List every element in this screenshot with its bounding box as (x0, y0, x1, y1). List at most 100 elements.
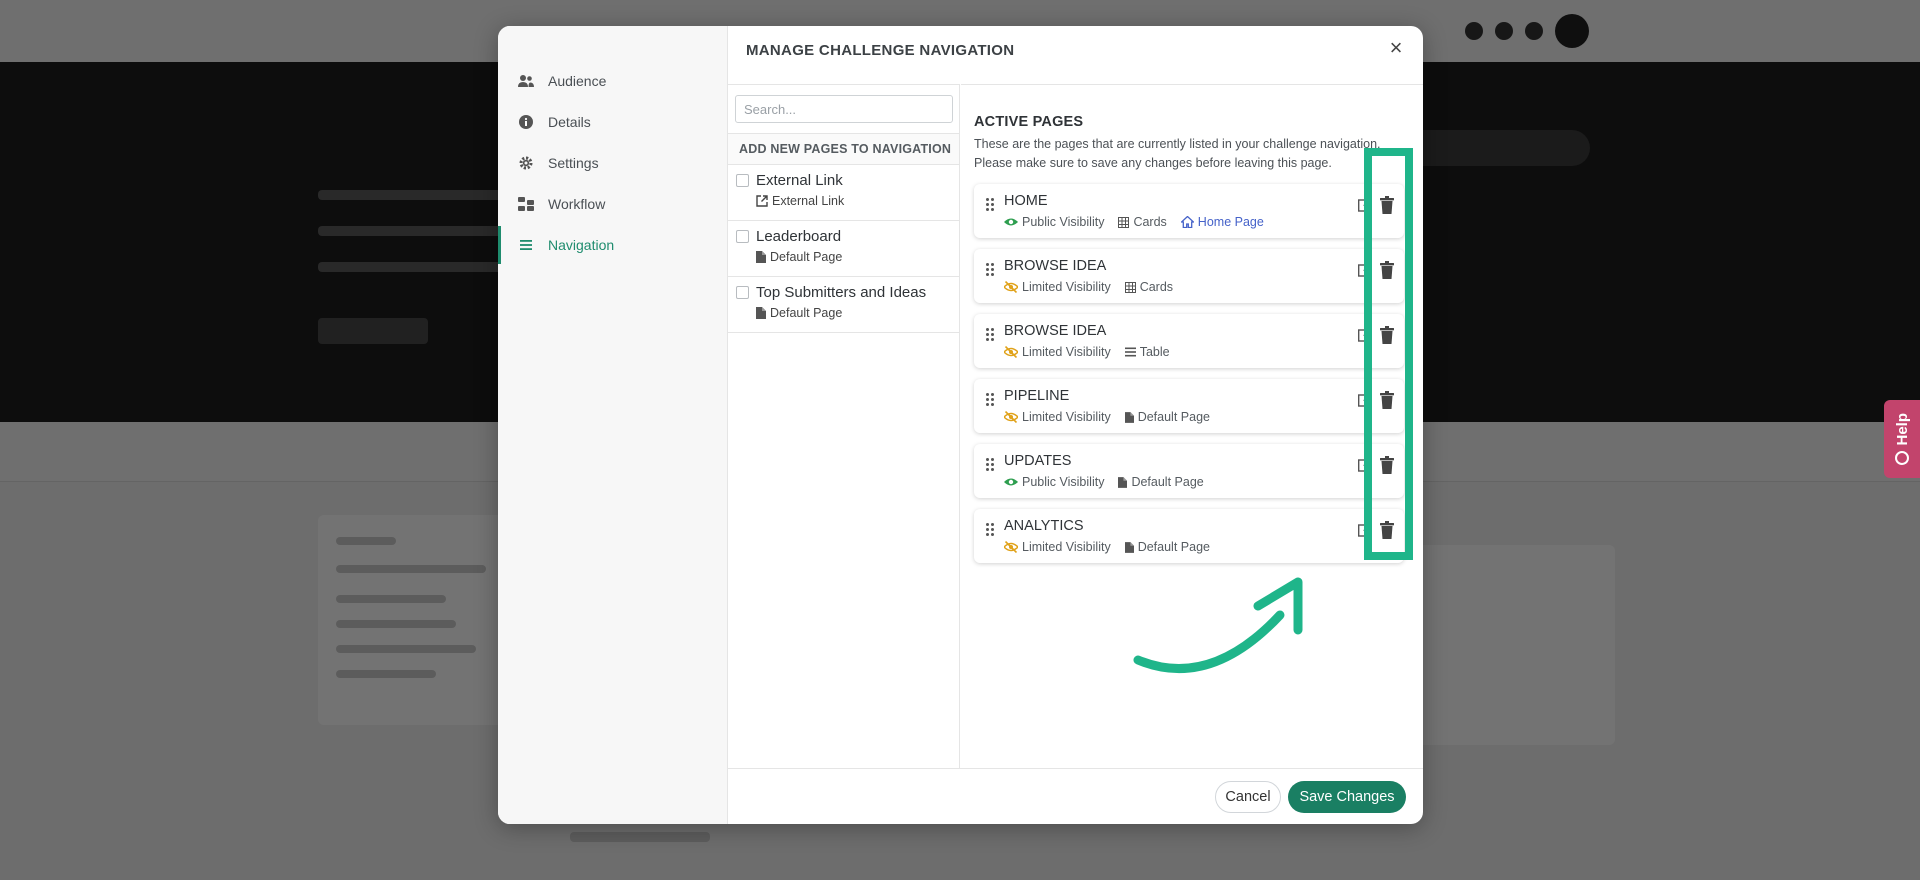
add-page-item-external-link[interactable]: External Link External Link (728, 165, 959, 221)
search-wrapper (735, 95, 953, 123)
save-changes-button[interactable]: Save Changes (1288, 781, 1406, 813)
add-page-subtitle-text: External Link (772, 194, 845, 208)
eye-icon (1004, 218, 1018, 226)
page-title: HOME (1004, 193, 1048, 209)
edit-icon[interactable] (1358, 523, 1372, 537)
add-page-title: Leaderboard (756, 228, 842, 245)
modal-header: MANAGE CHALLENGE NAVIGATION × (728, 26, 1423, 74)
page-title: BROWSE IDEA (1004, 323, 1107, 339)
edit-icon[interactable] (1358, 198, 1372, 212)
page-meta: Limited Visibility Default Page (1004, 540, 1210, 554)
gear-icon (516, 156, 536, 170)
page-title: BROWSE IDEA (1004, 258, 1107, 274)
drag-handle-icon[interactable] (986, 523, 995, 537)
modal-sidebar: Audience Details Settings Workflow Navig… (498, 26, 728, 824)
sidebar-item-label: Audience (548, 73, 607, 89)
lifebuoy-icon (1895, 451, 1909, 466)
help-tab[interactable]: Help (1884, 400, 1920, 478)
modal-footer: Cancel Save Changes (728, 768, 1423, 824)
edit-icon[interactable] (1358, 263, 1372, 277)
modal-title: MANAGE CHALLENGE NAVIGATION (746, 41, 1015, 59)
page-type-label: Table (1139, 345, 1170, 359)
trash-icon[interactable] (1380, 261, 1394, 279)
add-page-subtitle-text: Default Page (770, 306, 843, 320)
checkbox[interactable] (736, 286, 749, 299)
sidebar-item-workflow[interactable]: Workflow (498, 185, 728, 223)
add-page-title: External Link (756, 172, 843, 189)
active-pages-panel: ACTIVE PAGES These are the pages that ar… (961, 84, 1423, 768)
page-type-label: Cards (1133, 215, 1167, 229)
users-icon (516, 74, 536, 88)
page-type-label: Default Page (1137, 410, 1210, 424)
page-title: ANALYTICS (1004, 518, 1084, 534)
active-page-card-updates[interactable]: UPDATES Public Visibility Default Page (974, 444, 1404, 498)
add-page-subtitle: Default Page (756, 250, 842, 264)
trash-icon[interactable] (1380, 456, 1394, 474)
sidebar-item-label: Workflow (548, 196, 606, 212)
checkbox[interactable] (736, 174, 749, 187)
drag-handle-icon[interactable] (986, 263, 995, 277)
active-page-card-pipeline[interactable]: PIPELINE Limited Visibility Default Page (974, 379, 1404, 433)
page-meta: Limited Visibility Cards (1004, 280, 1173, 294)
manage-navigation-modal: Audience Details Settings Workflow Navig… (498, 26, 1423, 824)
sidebar-item-label: Settings (548, 155, 599, 171)
add-page-item-leaderboard[interactable]: Leaderboard Default Page (728, 221, 959, 277)
page-meta: Limited Visibility Default Page (1004, 410, 1210, 424)
drag-handle-icon[interactable] (986, 458, 995, 472)
external-link-icon (756, 195, 768, 207)
available-pages-panel: ADD NEW PAGES TO NAVIGATION External Lin… (728, 84, 960, 768)
page-title: UPDATES (1004, 453, 1072, 469)
sidebar-item-label: Details (548, 114, 591, 130)
file-icon (1124, 411, 1134, 423)
trash-icon[interactable] (1380, 391, 1394, 409)
drag-handle-icon[interactable] (986, 198, 995, 212)
page-meta: Limited Visibility Table (1004, 345, 1170, 359)
visibility-label: Limited Visibility (1022, 345, 1111, 359)
add-page-item-top-submitters[interactable]: Top Submitters and Ideas Default Page (728, 277, 959, 333)
active-page-card-analytics[interactable]: ANALYTICS Limited Visibility Default Pag… (974, 509, 1404, 563)
description-line: These are the pages that are currently l… (974, 137, 1381, 151)
page-title: PIPELINE (1004, 388, 1070, 404)
visibility-label: Public Visibility (1022, 215, 1105, 229)
home-page-link[interactable]: Home Page (1198, 215, 1264, 229)
trash-icon[interactable] (1380, 196, 1394, 214)
file-icon (756, 251, 766, 263)
drag-handle-icon[interactable] (986, 393, 995, 407)
sidebar-item-settings[interactable]: Settings (498, 144, 728, 182)
help-label: Help (1893, 412, 1911, 446)
description-line: Please make sure to save any changes bef… (974, 156, 1332, 170)
page-type-label: Default Page (1131, 475, 1204, 489)
cancel-button[interactable]: Cancel (1215, 781, 1281, 813)
trash-icon[interactable] (1380, 521, 1394, 539)
search-input[interactable] (735, 95, 953, 123)
active-pages-title: ACTIVE PAGES (974, 114, 1084, 130)
list-icon (1124, 347, 1136, 357)
visibility-label: Limited Visibility (1022, 410, 1111, 424)
active-page-card-browse-idea-table[interactable]: BROWSE IDEA Limited Visibility Table (974, 314, 1404, 368)
sidebar-item-navigation[interactable]: Navigation (498, 226, 728, 264)
active-page-card-browse-idea[interactable]: BROWSE IDEA Limited Visibility Cards (974, 249, 1404, 303)
drag-handle-icon[interactable] (986, 328, 995, 342)
close-icon[interactable]: × (1385, 37, 1407, 60)
active-page-card-home[interactable]: HOME Public Visibility Cards Home Page (974, 184, 1404, 238)
eye-slash-icon (1004, 281, 1018, 293)
sidebar-item-details[interactable]: Details (498, 103, 728, 141)
edit-icon[interactable] (1358, 328, 1372, 342)
add-pages-header: ADD NEW PAGES TO NAVIGATION (728, 133, 959, 165)
sidebar-item-audience[interactable]: Audience (498, 62, 728, 100)
sidebar-item-label: Navigation (548, 237, 615, 253)
visibility-label: Limited Visibility (1022, 540, 1111, 554)
visibility-label: Public Visibility (1022, 475, 1105, 489)
edit-icon[interactable] (1358, 393, 1372, 407)
page-type-label: Default Page (1137, 540, 1210, 554)
file-icon (1124, 541, 1134, 553)
edit-icon[interactable] (1358, 458, 1372, 472)
active-pages-description: These are the pages that are currently l… (974, 135, 1414, 173)
add-page-subtitle: Default Page (756, 306, 842, 320)
table-icon (1118, 216, 1130, 228)
trash-icon[interactable] (1380, 326, 1394, 344)
file-icon (756, 307, 766, 319)
eye-slash-icon (1004, 346, 1018, 358)
checkbox[interactable] (736, 230, 749, 243)
add-page-title: Top Submitters and Ideas (756, 284, 927, 301)
